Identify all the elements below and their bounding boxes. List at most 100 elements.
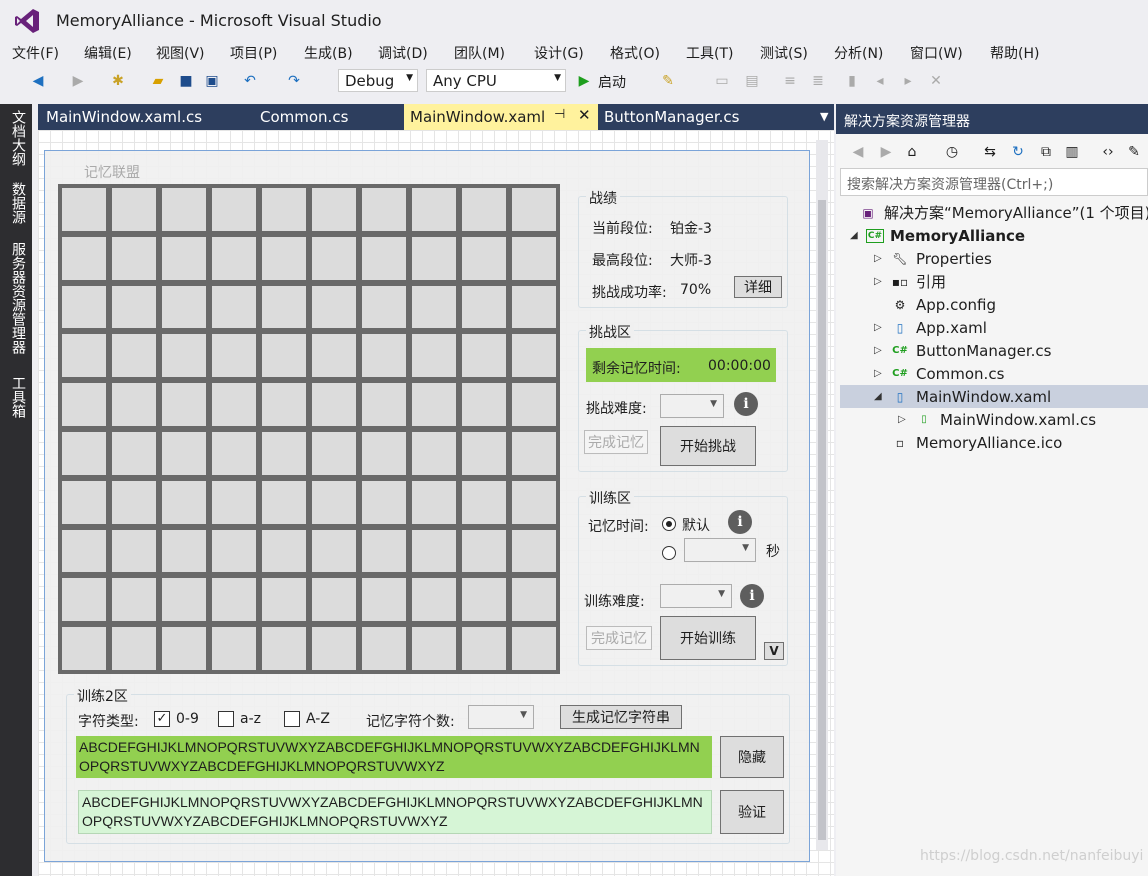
menu-tools[interactable]: 工具(T) [686, 43, 733, 63]
align2-icon[interactable]: ▤ [742, 71, 762, 91]
show-all-files-icon[interactable]: ▥ [1062, 142, 1082, 162]
grid-cell[interactable] [62, 627, 106, 670]
save-all-icon[interactable]: ▣ [202, 71, 222, 91]
save-icon[interactable]: ■ [176, 71, 196, 91]
menu-format[interactable]: 格式(O) [610, 43, 660, 63]
grid-cell[interactable] [162, 529, 206, 573]
grid-cell[interactable] [362, 578, 406, 622]
grid-cell[interactable] [262, 431, 306, 475]
grid-cell[interactable] [512, 383, 556, 426]
start-label[interactable]: 启动 [598, 72, 626, 92]
grid-cell[interactable] [162, 578, 206, 622]
grid-cell[interactable] [262, 236, 306, 280]
tree-item-project[interactable]: ◢ C# MemoryAlliance [850, 224, 1025, 247]
grid-cell[interactable] [512, 334, 556, 378]
grid-cell[interactable] [212, 285, 256, 329]
tree-item-buttonmanager-cs[interactable]: ▷ C# ButtonManager.cs [874, 339, 1051, 362]
grid-cell[interactable] [162, 480, 206, 524]
grid-cell[interactable] [312, 188, 356, 231]
menu-team[interactable]: 团队(M) [454, 43, 505, 63]
tree-item-app-xaml[interactable]: ▷ ▯ App.xaml [874, 316, 987, 339]
grid-cell[interactable] [262, 383, 306, 426]
tree-item-common-cs[interactable]: ▷ C# Common.cs [874, 362, 1004, 385]
grid-cell[interactable] [362, 480, 406, 524]
grid-cell[interactable] [462, 480, 506, 524]
find-icon[interactable]: ✎ [658, 71, 678, 91]
grid-cell[interactable] [162, 236, 206, 280]
grid-cell[interactable] [262, 188, 306, 231]
grid-cell[interactable] [262, 334, 306, 378]
back-icon[interactable]: ◀ [28, 71, 48, 91]
platform-select[interactable]: Any CPU ▼ [426, 69, 566, 92]
grid-cell[interactable] [462, 236, 506, 280]
tree-item-properties[interactable]: ▷ 🔧︎ Properties [874, 247, 992, 270]
default-time-radio[interactable] [662, 517, 676, 531]
tree-item-mainwindow-xaml-cs[interactable]: ▷ ▯ MainWindow.xaml.cs [898, 408, 1096, 431]
custom-time-radio[interactable] [662, 546, 676, 560]
grid-cell[interactable] [462, 334, 506, 378]
grid-cell[interactable] [162, 383, 206, 426]
tree-item-solution[interactable]: ▣ 解决方案“MemoryAlliance”(1 个项目) [842, 201, 1148, 224]
grid-cell[interactable] [112, 188, 156, 231]
grid-cell[interactable] [62, 236, 106, 280]
grid-cell[interactable] [312, 431, 356, 475]
home-icon[interactable]: ⌂ [902, 142, 922, 162]
side-tab-data-sources[interactable]: 数据源 [8, 182, 28, 224]
history-icon[interactable]: ◷ [942, 142, 962, 162]
grid-cell[interactable] [412, 188, 456, 231]
hide-button[interactable]: 隐藏 [720, 736, 784, 778]
forward-icon[interactable]: ▶ [68, 71, 88, 91]
grid-cell[interactable] [162, 334, 206, 378]
menu-test[interactable]: 测试(S) [760, 43, 808, 63]
grid-cell[interactable] [412, 431, 456, 475]
grid-cell[interactable] [362, 529, 406, 573]
challenge-done-button[interactable]: 完成记忆 [584, 430, 648, 454]
v-button[interactable]: V [764, 642, 784, 660]
grid-cell[interactable] [462, 431, 506, 475]
grid-cell[interactable] [212, 383, 256, 426]
bookmark-clear-icon[interactable]: ✕ [926, 71, 946, 91]
grid-cell[interactable] [62, 188, 106, 231]
open-folder-icon[interactable]: ▰ [148, 71, 168, 91]
expand-arrow-icon[interactable]: ▷ [874, 276, 890, 287]
align-icon[interactable]: ▭ [712, 71, 732, 91]
grid-cell[interactable] [312, 334, 356, 378]
tab-common-cs[interactable]: Common.cs [254, 104, 354, 130]
tree-item-app-config[interactable]: ⚙ App.config [874, 293, 996, 316]
grid-cell[interactable] [62, 529, 106, 573]
tab-overflow-icon[interactable]: ▼ [814, 106, 834, 132]
grid-cell[interactable] [112, 529, 156, 573]
answer-input[interactable]: ABCDEFGHIJKLMNOPQRSTUVWXYZABCDEFGHIJKLMN… [78, 790, 712, 834]
menu-view[interactable]: 视图(V) [156, 43, 205, 63]
tab-buttonmanager-cs[interactable]: ButtonManager.cs [598, 104, 745, 130]
refresh-icon[interactable]: ↻ [1008, 142, 1028, 162]
redo-icon[interactable]: ↷ [284, 71, 304, 91]
grid-cell[interactable] [212, 431, 256, 475]
menu-edit[interactable]: 编辑(E) [84, 43, 132, 63]
digits-checkbox[interactable]: ✓ [154, 711, 170, 727]
training-difficulty-info-icon[interactable]: i [740, 584, 764, 608]
collapse-all-icon[interactable]: ⧉ [1036, 142, 1056, 162]
menu-design[interactable]: 设计(G) [534, 43, 584, 63]
uppercase-checkbox[interactable] [284, 711, 300, 727]
side-tab-server-explorer[interactable]: 服务器资源管理器 [8, 242, 28, 354]
grid-cell[interactable] [112, 285, 156, 329]
tree-item-mainwindow-xaml[interactable]: ◢ ▯ MainWindow.xaml [840, 385, 1148, 408]
grid-cell[interactable] [212, 529, 256, 573]
grid-cell[interactable] [262, 578, 306, 622]
menu-build[interactable]: 生成(B) [304, 43, 353, 63]
grid-cell[interactable] [112, 480, 156, 524]
grid-cell[interactable] [312, 285, 356, 329]
undo-icon[interactable]: ↶ [240, 71, 260, 91]
bookmark-prev-icon[interactable]: ◂ [870, 71, 890, 91]
grid-cell[interactable] [462, 383, 506, 426]
config-select[interactable]: Debug ▼ [338, 69, 418, 92]
grid-cell[interactable] [512, 529, 556, 573]
grid-cell[interactable] [62, 480, 106, 524]
detail-button[interactable]: 详细 [734, 276, 782, 298]
expand-arrow-icon[interactable]: ▷ [874, 253, 890, 264]
collapse-arrow-icon[interactable]: ◢ [850, 230, 866, 241]
grid-cell[interactable] [412, 627, 456, 670]
training-done-button[interactable]: 完成记忆 [586, 626, 652, 650]
grid-cell[interactable] [312, 529, 356, 573]
